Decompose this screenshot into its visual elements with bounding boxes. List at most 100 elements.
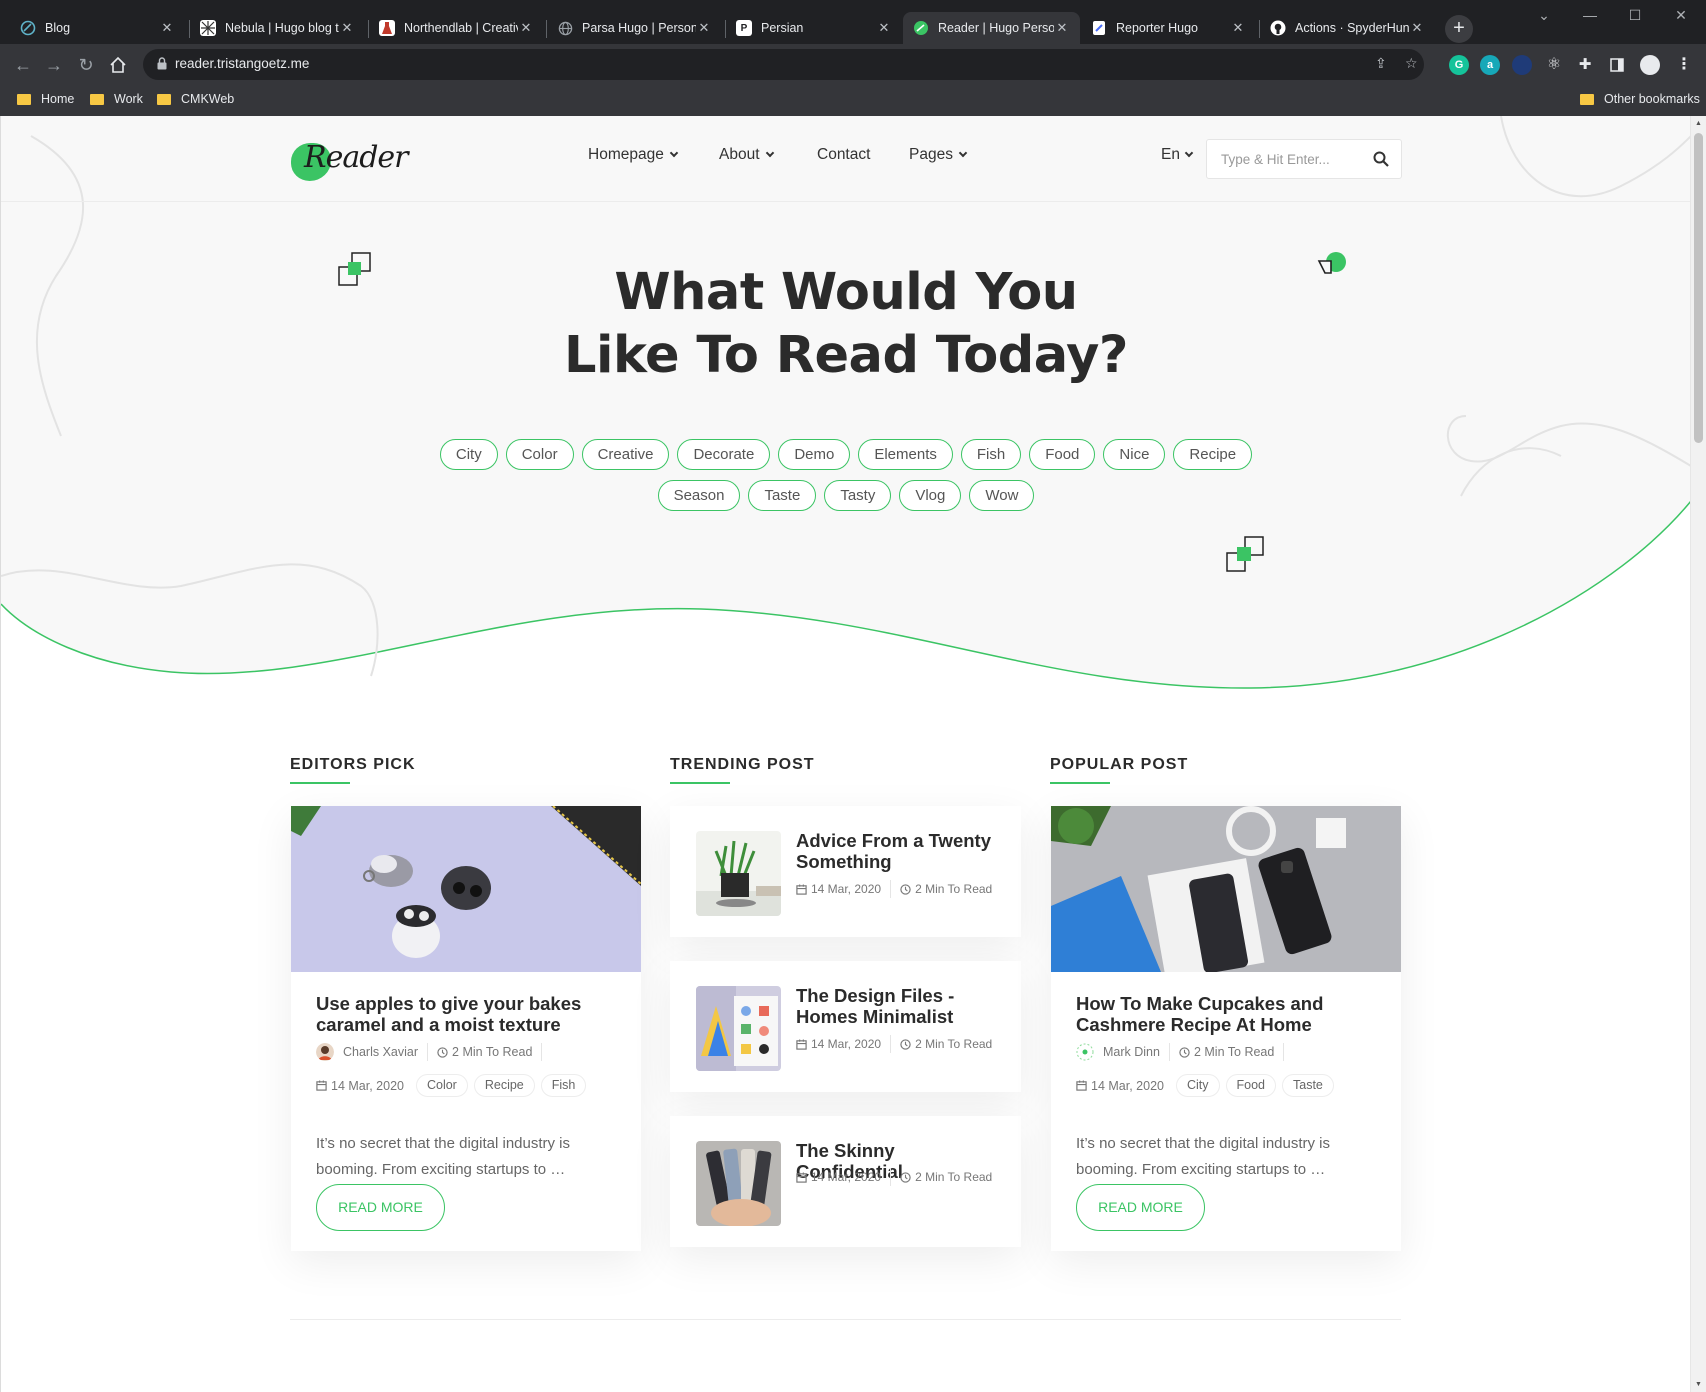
browser-tab[interactable]: Nebula | Hugo blog t ✕ — [190, 12, 365, 44]
browser-tab[interactable]: Blog ✕ — [10, 12, 185, 44]
close-tab-icon[interactable]: ✕ — [1230, 20, 1246, 36]
tag-recipe[interactable]: Recipe — [1173, 439, 1253, 470]
post-tag[interactable]: Food — [1225, 1074, 1276, 1097]
share-icon[interactable]: ⇪ — [1375, 55, 1387, 72]
tag-decorate[interactable]: Decorate — [677, 439, 771, 470]
close-tab-icon[interactable]: ✕ — [1409, 20, 1425, 36]
nav-item-homepage[interactable]: Homepage — [588, 146, 679, 164]
close-tab-icon[interactable]: ✕ — [1054, 20, 1070, 36]
browser-tab[interactable]: P Persian ✕ — [726, 12, 902, 44]
tag-nice[interactable]: Nice — [1103, 439, 1166, 470]
new-tab-button[interactable]: + — [1445, 15, 1473, 43]
post-date: 14 Mar, 2020 — [811, 1170, 882, 1184]
extension-blue-icon[interactable] — [1512, 55, 1532, 75]
tag-food[interactable]: Food — [1029, 439, 1096, 470]
tag-season[interactable]: Season — [657, 480, 741, 511]
maximize-button[interactable]: ☐ — [1616, 4, 1654, 26]
post-title[interactable]: Use apples to give your bakes caramel an… — [316, 993, 616, 1035]
read-more-button[interactable]: READ MORE — [1076, 1184, 1205, 1231]
tag-city[interactable]: City — [439, 439, 498, 470]
bookmark-folder-home[interactable]: Home — [17, 92, 74, 106]
browser-tab[interactable]: Reporter Hugo ✕ — [1081, 12, 1256, 44]
post-image-earbuds[interactable] — [291, 806, 641, 972]
close-tab-icon[interactable]: ✕ — [696, 20, 712, 36]
tag-demo[interactable]: Demo — [778, 439, 851, 470]
browser-tab-active[interactable]: Reader | Hugo Person ✕ — [903, 12, 1080, 44]
browser-menu-icon[interactable]: ⋮ — [1674, 55, 1694, 75]
author-name[interactable]: Charls Xaviar — [343, 1045, 418, 1059]
post-tag[interactable]: City — [1175, 1074, 1220, 1097]
react-devtools-icon[interactable]: ⚛ — [1544, 55, 1564, 75]
tab-title: Blog — [45, 21, 71, 35]
bookmark-folder-work[interactable]: Work — [90, 92, 143, 106]
persian-favicon-icon: P — [736, 20, 752, 36]
tag-fish[interactable]: Fish — [960, 439, 1022, 470]
nav-item-about[interactable]: About — [719, 146, 774, 164]
browser-tab[interactable]: Parsa Hugo | Persona ✕ — [547, 12, 722, 44]
search-input[interactable] — [1221, 149, 1361, 169]
home-button[interactable] — [105, 52, 131, 78]
page-scrollbar[interactable]: ▲ ▼ — [1690, 116, 1706, 1392]
extensions-puzzle-icon[interactable]: ✚ — [1575, 55, 1595, 75]
tab-search-icon[interactable]: ⌄ — [1525, 4, 1563, 26]
post-title[interactable]: The Design Files - Homes Minimalist — [796, 985, 1006, 1027]
bookmark-star-icon[interactable]: ☆ — [1405, 55, 1418, 72]
decorative-squares-icon — [338, 252, 371, 286]
close-tab-icon[interactable]: ✕ — [159, 20, 175, 36]
reload-button[interactable]: ↻ — [73, 52, 99, 78]
tag-color[interactable]: Color — [505, 439, 574, 470]
minimize-button[interactable]: — — [1571, 4, 1609, 26]
scrollbar-thumb[interactable] — [1694, 133, 1703, 443]
heading-underline — [290, 782, 350, 784]
tab-title: Reader | Hugo Person — [938, 21, 1054, 35]
post-tag[interactable]: Color — [415, 1074, 468, 1097]
post-meta: 14 Mar, 2020 2 Min To Read — [796, 1168, 992, 1186]
language-selector[interactable]: En — [1161, 146, 1194, 164]
browser-tab[interactable]: Actions · SpyderHunt ✕ — [1260, 12, 1435, 44]
grammarly-extension-icon[interactable]: G — [1449, 55, 1469, 75]
chevron-down-icon — [765, 148, 774, 158]
post-title[interactable]: How To Make Cupcakes and Cashmere Recipe… — [1076, 993, 1376, 1035]
author-name[interactable]: Mark Dinn — [1103, 1045, 1160, 1059]
search-icon[interactable] — [1373, 151, 1389, 167]
read-more-button[interactable]: READ MORE — [316, 1184, 445, 1231]
tag-taste[interactable]: Taste — [748, 480, 817, 511]
close-tab-icon[interactable]: ✕ — [518, 20, 534, 36]
bookmark-folder-cmkweb[interactable]: CMKWeb — [157, 92, 234, 106]
tag-elements[interactable]: Elements — [858, 439, 953, 470]
other-bookmarks[interactable]: Other bookmarks — [1580, 92, 1700, 106]
calendar-icon — [796, 883, 807, 895]
tab-title: Nebula | Hugo blog t — [225, 21, 339, 35]
post-thumbnail-design[interactable] — [696, 986, 781, 1071]
profile-avatar[interactable] — [1640, 55, 1660, 75]
post-thumbnail-plant[interactable] — [696, 831, 781, 916]
tag-wow[interactable]: Wow — [969, 480, 1035, 511]
extension-a-icon[interactable]: a — [1480, 55, 1500, 75]
tag-tasty[interactable]: Tasty — [824, 480, 892, 511]
post-title[interactable]: Advice From a Twenty Something — [796, 830, 1006, 872]
post-tag[interactable]: Recipe — [473, 1074, 535, 1097]
nav-item-pages[interactable]: Pages — [909, 146, 968, 164]
address-bar[interactable]: reader.tristangoetz.me ⇪ ☆ — [143, 49, 1424, 80]
close-tab-icon[interactable]: ✕ — [876, 20, 892, 36]
folder-icon — [17, 93, 31, 105]
close-window-button[interactable]: ✕ — [1662, 4, 1700, 26]
site-logo[interactable]: Reader — [290, 136, 409, 186]
forward-button[interactable]: → — [41, 52, 67, 78]
post-tag[interactable]: Fish — [540, 1074, 587, 1097]
chevron-down-icon — [669, 148, 679, 158]
tag-creative[interactable]: Creative — [581, 439, 670, 470]
scroll-up-arrow-icon[interactable]: ▲ — [1695, 120, 1702, 127]
side-panel-icon[interactable] — [1607, 55, 1627, 75]
scroll-down-arrow-icon[interactable]: ▼ — [1695, 1381, 1702, 1388]
post-tag[interactable]: Taste — [1282, 1074, 1334, 1097]
browser-tab[interactable]: Northendlab | Creativ ✕ — [369, 12, 544, 44]
post-thumbnail-phones[interactable] — [696, 1141, 781, 1226]
back-button[interactable]: ← — [10, 52, 36, 78]
trending-post-card: The Skinny Confidential 14 Mar, 2020 2 M… — [670, 1116, 1021, 1247]
post-image-phones[interactable] — [1051, 806, 1401, 972]
clock-icon — [900, 1038, 911, 1050]
nav-item-contact[interactable]: Contact — [817, 146, 870, 164]
close-tab-icon[interactable]: ✕ — [339, 20, 355, 36]
tag-vlog[interactable]: Vlog — [899, 480, 962, 511]
